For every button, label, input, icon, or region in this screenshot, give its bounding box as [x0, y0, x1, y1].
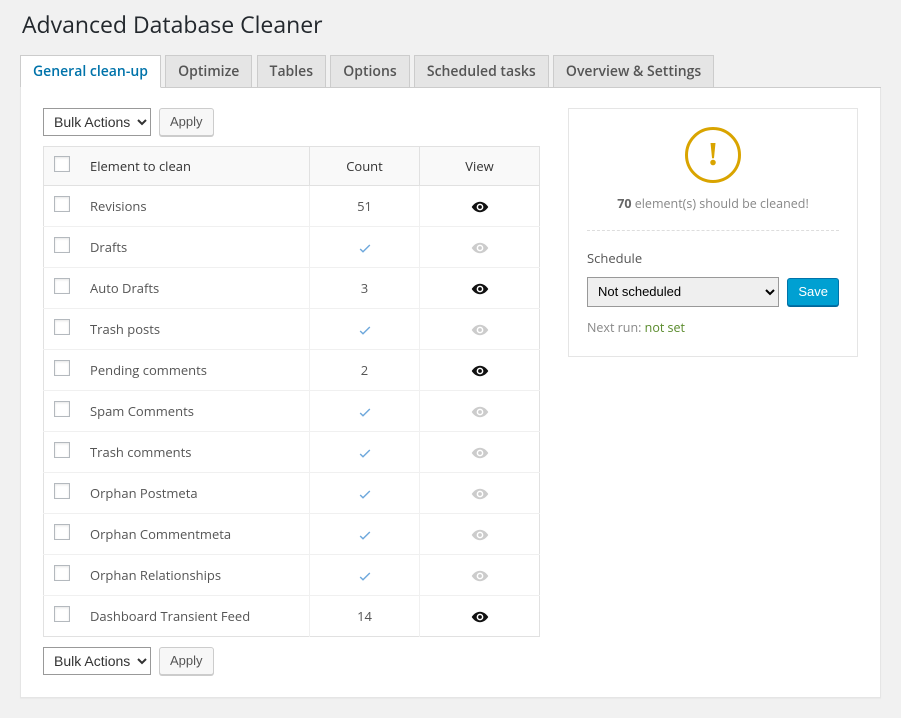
tab-scheduled-tasks[interactable]: Scheduled tasks [414, 55, 549, 87]
row-count: 3 [310, 267, 420, 308]
eye-icon [471, 524, 489, 542]
tab-overview-settings[interactable]: Overview & Settings [553, 55, 714, 87]
table-row: Auto Drafts3 [44, 267, 540, 308]
next-run: Next run: not set [587, 319, 839, 336]
save-button[interactable]: Save [787, 278, 839, 306]
col-header-view: View [420, 146, 540, 185]
row-checkbox[interactable] [54, 319, 70, 335]
check-icon [357, 484, 373, 502]
table-row: Orphan Commentmeta [44, 513, 540, 554]
row-label: Auto Drafts [80, 267, 310, 308]
col-header-element: Element to clean [80, 146, 310, 185]
page-title: Advanced Database Cleaner [22, 10, 881, 40]
tab-optimize[interactable]: Optimize [165, 55, 252, 87]
eye-icon [471, 319, 489, 337]
row-count: 14 [310, 595, 420, 636]
row-label: Trash posts [80, 308, 310, 349]
col-header-count: Count [310, 146, 420, 185]
table-row: Pending comments2 [44, 349, 540, 390]
row-label: Trash comments [80, 431, 310, 472]
eye-icon[interactable] [471, 196, 489, 214]
eye-icon [471, 565, 489, 583]
check-icon [357, 525, 373, 543]
row-label: Revisions [80, 185, 310, 226]
row-label: Orphan Relationships [80, 554, 310, 595]
apply-button-bottom[interactable]: Apply [159, 647, 214, 675]
row-checkbox[interactable] [54, 565, 70, 581]
eye-icon [471, 483, 489, 501]
row-checkbox[interactable] [54, 237, 70, 253]
row-checkbox[interactable] [54, 401, 70, 417]
bulk-actions-bottom: Bulk Actions Apply [43, 647, 540, 675]
row-checkbox[interactable] [54, 483, 70, 499]
bulk-actions-top: Bulk Actions Apply [43, 108, 540, 136]
eye-icon[interactable] [471, 360, 489, 378]
bulk-action-select-bottom[interactable]: Bulk Actions [43, 647, 151, 675]
row-count: 51 [310, 185, 420, 226]
table-row: Trash comments [44, 431, 540, 472]
eye-icon [471, 237, 489, 255]
apply-button-top[interactable]: Apply [159, 108, 214, 136]
tab-options[interactable]: Options [330, 55, 409, 87]
row-count: 2 [310, 349, 420, 390]
row-label: Spam Comments [80, 390, 310, 431]
table-row: Drafts [44, 226, 540, 267]
row-checkbox[interactable] [54, 360, 70, 376]
table-row: Dashboard Transient Feed14 [44, 595, 540, 636]
table-row: Spam Comments [44, 390, 540, 431]
warning-icon: ! [685, 127, 741, 183]
tab-bar: General clean-upOptimizeTablesOptionsSch… [20, 54, 881, 88]
bulk-action-select-top[interactable]: Bulk Actions [43, 108, 151, 136]
row-checkbox[interactable] [54, 524, 70, 540]
tab-general-clean-up[interactable]: General clean-up [20, 55, 161, 88]
row-checkbox[interactable] [54, 442, 70, 458]
eye-icon[interactable] [471, 278, 489, 296]
row-label: Pending comments [80, 349, 310, 390]
check-icon [357, 238, 373, 256]
table-row: Revisions51 [44, 185, 540, 226]
row-label: Orphan Postmeta [80, 472, 310, 513]
tab-tables[interactable]: Tables [257, 55, 327, 87]
summary-box: ! 70 element(s) should be cleaned! Sched… [568, 108, 858, 357]
eye-icon [471, 401, 489, 419]
eye-icon [471, 442, 489, 460]
general-cleanup-panel: Bulk Actions Apply Element to clean Coun… [20, 88, 881, 698]
check-icon [357, 566, 373, 584]
cleanup-table: Element to clean Count View Revisions51D… [43, 146, 540, 637]
check-icon [357, 443, 373, 461]
schedule-label: Schedule [587, 249, 839, 267]
row-checkbox[interactable] [54, 606, 70, 622]
table-row: Orphan Postmeta [44, 472, 540, 513]
summary-text: 70 element(s) should be cleaned! [587, 195, 839, 212]
table-row: Orphan Relationships [44, 554, 540, 595]
select-all-checkbox[interactable] [54, 156, 70, 172]
row-label: Orphan Commentmeta [80, 513, 310, 554]
check-icon [357, 320, 373, 338]
row-checkbox[interactable] [54, 278, 70, 294]
eye-icon[interactable] [471, 606, 489, 624]
row-checkbox[interactable] [54, 196, 70, 212]
schedule-select[interactable]: Not scheduled [587, 277, 779, 307]
row-label: Dashboard Transient Feed [80, 595, 310, 636]
table-row: Trash posts [44, 308, 540, 349]
check-icon [357, 402, 373, 420]
row-label: Drafts [80, 226, 310, 267]
